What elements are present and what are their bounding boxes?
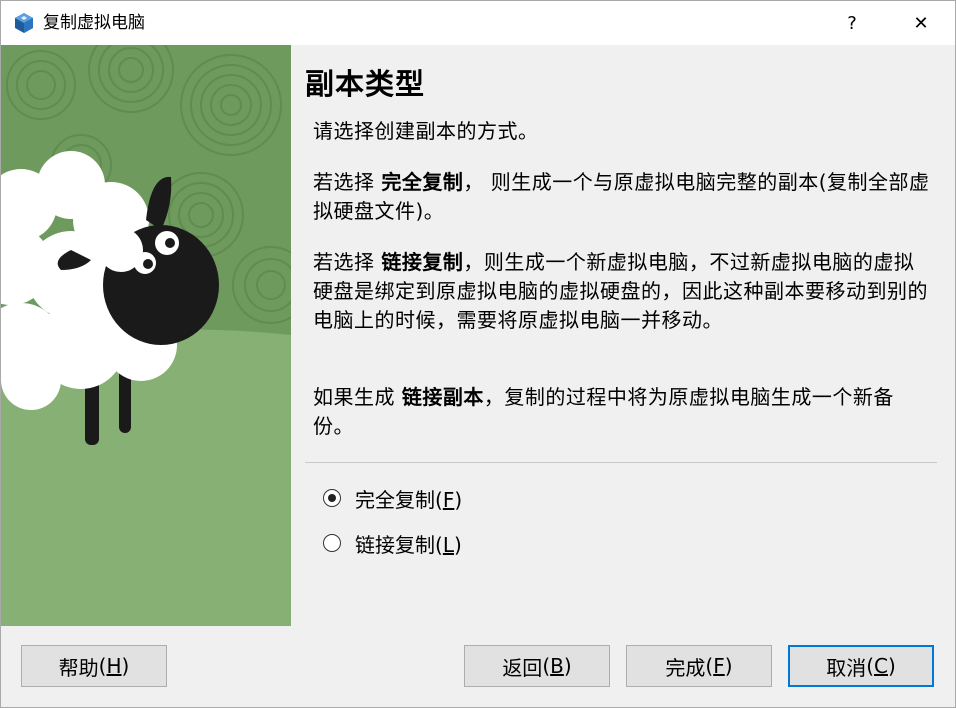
wizard-page: 副本类型 请选择创建副本的方式。 若选择 完全复制， 则生成一个与原虚拟电脑完整… [291, 45, 955, 626]
full-clone-description: 若选择 完全复制， 则生成一个与原虚拟电脑完整的副本(复制全部虚拟硬盘文件)。 [313, 170, 930, 223]
help-icon[interactable]: ? [829, 1, 875, 45]
divider [305, 462, 937, 463]
title-bar: 复制虚拟电脑 ? ✕ [1, 1, 955, 45]
linked-clone-radio[interactable]: 链接复制(L) [323, 529, 462, 557]
linked-clone-description: 若选择 链接复制，则生成一个新虚拟电脑，不过新虚拟电脑的虚拟硬盘是绑定到原虚拟电… [313, 250, 928, 332]
button-bar: 帮助(H) 返回(B) 完成(F) 取消(C) [1, 626, 955, 707]
radio-unchecked-icon[interactable] [323, 534, 341, 552]
intro-text: 请选择创建副本的方式。 [313, 119, 539, 143]
cancel-button[interactable]: 取消(C) [788, 645, 934, 687]
full-clone-label: 完全复制(F) [355, 487, 463, 512]
radio-checked-icon[interactable] [323, 489, 341, 507]
help-button[interactable]: 帮助(H) [21, 645, 167, 687]
virtualbox-icon [15, 13, 33, 33]
window-title: 复制虚拟电脑 [43, 13, 145, 33]
snapshot-note: 如果生成 链接副本，复制的过程中将为原虚拟电脑生成一个新备份。 [313, 385, 894, 438]
finish-button[interactable]: 完成(F) [626, 645, 772, 687]
wizard-illustration [1, 45, 291, 626]
clone-vm-dialog: 复制虚拟电脑 ? ✕ 副本类型 请选择创建副本的方式。 若选择 完全复制， 则生… [0, 0, 956, 708]
close-icon[interactable]: ✕ [898, 1, 944, 45]
linked-clone-label: 链接复制(L) [355, 532, 462, 557]
back-button[interactable]: 返回(B) [464, 645, 610, 687]
page-title: 副本类型 [305, 67, 426, 101]
full-clone-radio[interactable]: 完全复制(F) [323, 484, 462, 512]
